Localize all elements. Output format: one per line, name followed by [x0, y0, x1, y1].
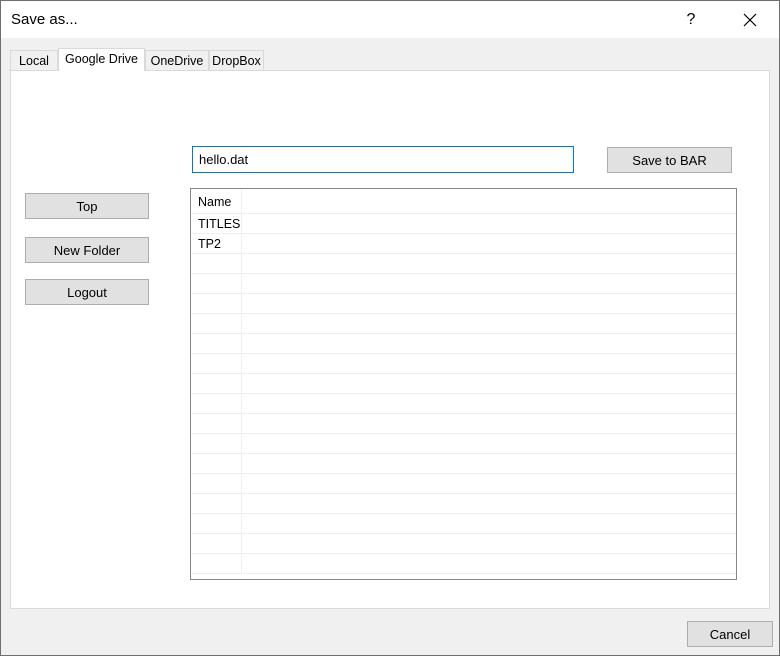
tab-local[interactable]: Local — [10, 50, 58, 70]
list-row-empty[interactable] — [191, 514, 736, 534]
logout-button[interactable]: Logout — [25, 279, 149, 305]
list-header[interactable]: Name — [191, 189, 736, 214]
list-row-empty[interactable] — [191, 334, 736, 354]
list-item-label: TP2 — [198, 237, 221, 251]
list-row-empty[interactable] — [191, 434, 736, 454]
list-row-empty[interactable] — [191, 474, 736, 494]
cancel-button[interactable]: Cancel — [687, 621, 773, 647]
list-row-empty[interactable] — [191, 274, 736, 294]
list-row-empty[interactable] — [191, 314, 736, 334]
filename-input[interactable] — [192, 146, 574, 173]
list-item[interactable]: TITLES — [191, 214, 736, 234]
file-list[interactable]: Name TITLES TP2 — [190, 188, 737, 580]
list-row-empty[interactable] — [191, 414, 736, 434]
list-item-label: TITLES — [198, 217, 241, 231]
title-bar: Save as... ? — [1, 1, 779, 38]
save-as-dialog: Save as... ? Local Google Drive OneDrive… — [0, 0, 780, 656]
close-icon — [743, 13, 757, 26]
list-row-empty[interactable] — [191, 354, 736, 374]
list-row-empty[interactable] — [191, 494, 736, 514]
list-row-empty[interactable] — [191, 554, 736, 574]
list-row-empty[interactable] — [191, 374, 736, 394]
list-row-empty[interactable] — [191, 454, 736, 474]
help-button[interactable]: ? — [668, 1, 714, 38]
list-row-empty[interactable] — [191, 254, 736, 274]
tab-dropbox[interactable]: DropBox — [209, 50, 264, 70]
google-drive-panel: Save to BAR Top New Folder Logout Name T… — [10, 70, 770, 609]
tab-google-drive[interactable]: Google Drive — [58, 48, 145, 71]
list-row-empty[interactable] — [191, 534, 736, 554]
top-button[interactable]: Top — [25, 193, 149, 219]
close-button[interactable] — [727, 1, 773, 38]
save-to-bar-button[interactable]: Save to BAR — [607, 147, 732, 173]
new-folder-button[interactable]: New Folder — [25, 237, 149, 263]
column-header-name: Name — [198, 195, 232, 209]
tab-onedrive[interactable]: OneDrive — [145, 50, 209, 70]
list-item[interactable]: TP2 — [191, 234, 736, 254]
list-row-empty[interactable] — [191, 394, 736, 414]
list-row-empty[interactable] — [191, 294, 736, 314]
window-title: Save as... — [11, 11, 78, 28]
